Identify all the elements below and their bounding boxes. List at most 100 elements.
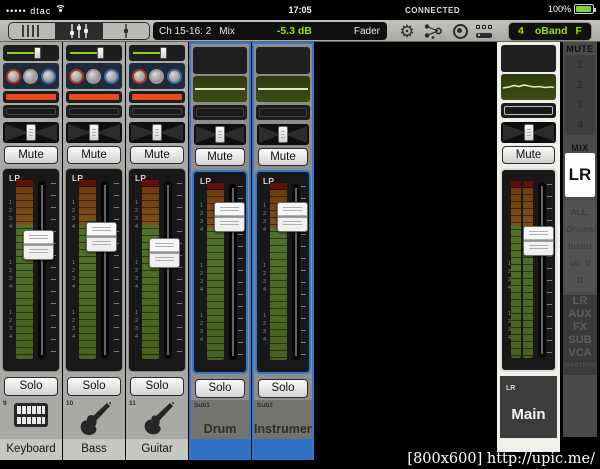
- mix-bus-label: Mix: [219, 25, 235, 37]
- fader-panel: LR 1 2 3 4 1 2 3 4 1 2 3 4: [255, 170, 311, 374]
- eq-thumbnail[interactable]: [256, 76, 310, 102]
- solo-button[interactable]: Solo: [67, 377, 121, 396]
- subgroup-name: Instrument: [254, 422, 312, 436]
- subgroup-icon-zone[interactable]: Sub2 Instrument: [254, 400, 312, 441]
- comp-meter-thumbnail[interactable]: [129, 105, 185, 118]
- fader-scale-ticks: [114, 183, 119, 357]
- pan-handle[interactable]: [523, 124, 534, 141]
- mute-button[interactable]: Mute: [502, 146, 555, 164]
- settings-button[interactable]: ⚙: [396, 21, 418, 41]
- meters-view-button[interactable]: [9, 23, 56, 39]
- record-icon: [452, 23, 468, 39]
- pan-control[interactable]: [194, 124, 246, 145]
- mute-button[interactable]: Mute: [130, 146, 184, 164]
- fader-handle[interactable]: [214, 202, 245, 232]
- gate-knob-icon: [6, 68, 22, 84]
- comp-meter-thumbnail[interactable]: [3, 105, 59, 118]
- solo-button[interactable]: Solo: [4, 377, 58, 396]
- master-fader-handle[interactable]: [523, 226, 554, 256]
- geq-thumbnail[interactable]: [501, 74, 556, 100]
- channel-name-label: Bass: [63, 439, 125, 460]
- pan-control[interactable]: [257, 124, 309, 145]
- channel-strip-guitar: Mute LR 1 2 3 4 1 2 3 4 1 2 3 4 Solo 11 …: [126, 42, 188, 460]
- preset-display[interactable]: 4 oBand F: [508, 21, 592, 41]
- channel-icon-zone[interactable]: 9: [0, 398, 62, 439]
- solo-button[interactable]: Solo: [195, 379, 245, 398]
- pan-handle[interactable]: [26, 124, 36, 141]
- mix-type-lr[interactable]: LR: [563, 295, 597, 308]
- meter-scale: 1 2 3 4: [71, 310, 76, 340]
- blank-thumbnail[interactable]: [501, 45, 556, 72]
- pan-handle[interactable]: [152, 124, 162, 141]
- gain-thumbnail[interactable]: [3, 45, 59, 61]
- mute-button[interactable]: Mute: [67, 146, 121, 164]
- blank-thumbnail[interactable]: [193, 47, 247, 74]
- dynamics-thumbnail[interactable]: [66, 63, 122, 89]
- dynamics-thumbnail[interactable]: [3, 63, 59, 89]
- comp-meter-thumbnail[interactable]: [256, 105, 310, 120]
- channel-icon-zone[interactable]: 11: [126, 398, 188, 439]
- mix-type-sub[interactable]: SUB: [563, 334, 597, 347]
- fader-handle[interactable]: [86, 221, 117, 252]
- pan-control[interactable]: [501, 122, 556, 143]
- comp-meter-thumbnail[interactable]: [501, 103, 556, 118]
- eq-thumbnail[interactable]: [193, 76, 247, 102]
- channel-info-display[interactable]: Ch 15-16: 2 Mix -5.3 dB Fader: [153, 22, 387, 40]
- mix-type-fx[interactable]: FX: [563, 321, 597, 334]
- channel-icon-zone[interactable]: 10: [63, 398, 125, 439]
- routing-nodes-icon: [424, 24, 442, 39]
- bass-guitar-icon: [80, 402, 111, 436]
- channel-view-button[interactable]: [103, 23, 149, 39]
- view-groups-panel[interactable]: ALL, Drums Instru ub. V D: [565, 200, 595, 292]
- pan-control[interactable]: [3, 122, 59, 143]
- quick-access-button[interactable]: [474, 21, 496, 41]
- fader-handle[interactable]: [277, 202, 308, 232]
- gate-meter-thumbnail[interactable]: [66, 91, 122, 103]
- mixer-view-button[interactable]: [56, 23, 103, 39]
- gear-icon: ⚙: [399, 21, 415, 41]
- pan-handle[interactable]: [215, 126, 225, 143]
- mute-button[interactable]: Mute: [258, 148, 308, 166]
- mute-button[interactable]: Mute: [4, 146, 58, 164]
- blank-thumbnail[interactable]: [256, 47, 310, 74]
- subgroup-number: Sub1: [194, 402, 210, 409]
- gain-handle[interactable]: [160, 47, 167, 59]
- pan-handle[interactable]: [89, 124, 99, 141]
- mute-group-1[interactable]: 1: [565, 55, 595, 75]
- preset-name: oBand: [534, 25, 568, 37]
- gain-handle[interactable]: [34, 47, 41, 59]
- comp-knob-icon: [149, 68, 165, 84]
- fader-handle[interactable]: [149, 237, 180, 268]
- mute-group-4[interactable]: 4: [565, 115, 595, 135]
- comp-meter-thumbnail[interactable]: [193, 105, 247, 120]
- comp-meter-thumbnail[interactable]: [66, 105, 122, 118]
- mix-type-aux[interactable]: AUX: [563, 308, 597, 321]
- meter-scale: 1 2 3 4: [71, 200, 76, 230]
- meter-scale: 1 2 3 4: [8, 260, 13, 290]
- dynamics-thumbnail[interactable]: [129, 63, 185, 89]
- gain-thumbnail[interactable]: [129, 45, 185, 61]
- routing-button[interactable]: [422, 21, 444, 41]
- record-button[interactable]: [449, 21, 471, 41]
- gate-meter-thumbnail[interactable]: [129, 91, 185, 103]
- fader-handle[interactable]: [23, 229, 54, 260]
- gain-handle[interactable]: [97, 47, 104, 59]
- selected-mix-button[interactable]: LR: [565, 153, 595, 197]
- meter-scale: 1 2 3 4: [262, 263, 267, 293]
- pan-control[interactable]: [129, 122, 185, 143]
- eq-knob-icon: [40, 68, 56, 84]
- gate-meter-thumbnail[interactable]: [3, 91, 59, 103]
- meter-scale: 1 2 3 4: [134, 200, 139, 230]
- solo-button[interactable]: Solo: [130, 377, 184, 396]
- mute-group-2[interactable]: 2: [565, 75, 595, 95]
- gain-thumbnail[interactable]: [66, 45, 122, 61]
- subgroup-icon-zone[interactable]: Sub1 Drum: [191, 400, 249, 441]
- pan-control[interactable]: [66, 122, 122, 143]
- master-name-zone[interactable]: LR Main: [500, 376, 557, 438]
- pan-handle[interactable]: [278, 126, 288, 143]
- solo-button[interactable]: Solo: [258, 379, 308, 398]
- mix-type-vca[interactable]: VCA: [563, 347, 597, 360]
- mute-button[interactable]: Mute: [195, 148, 245, 166]
- mute-group-3[interactable]: 3: [565, 95, 595, 115]
- fader-value-label: -5.3 dB: [276, 25, 312, 37]
